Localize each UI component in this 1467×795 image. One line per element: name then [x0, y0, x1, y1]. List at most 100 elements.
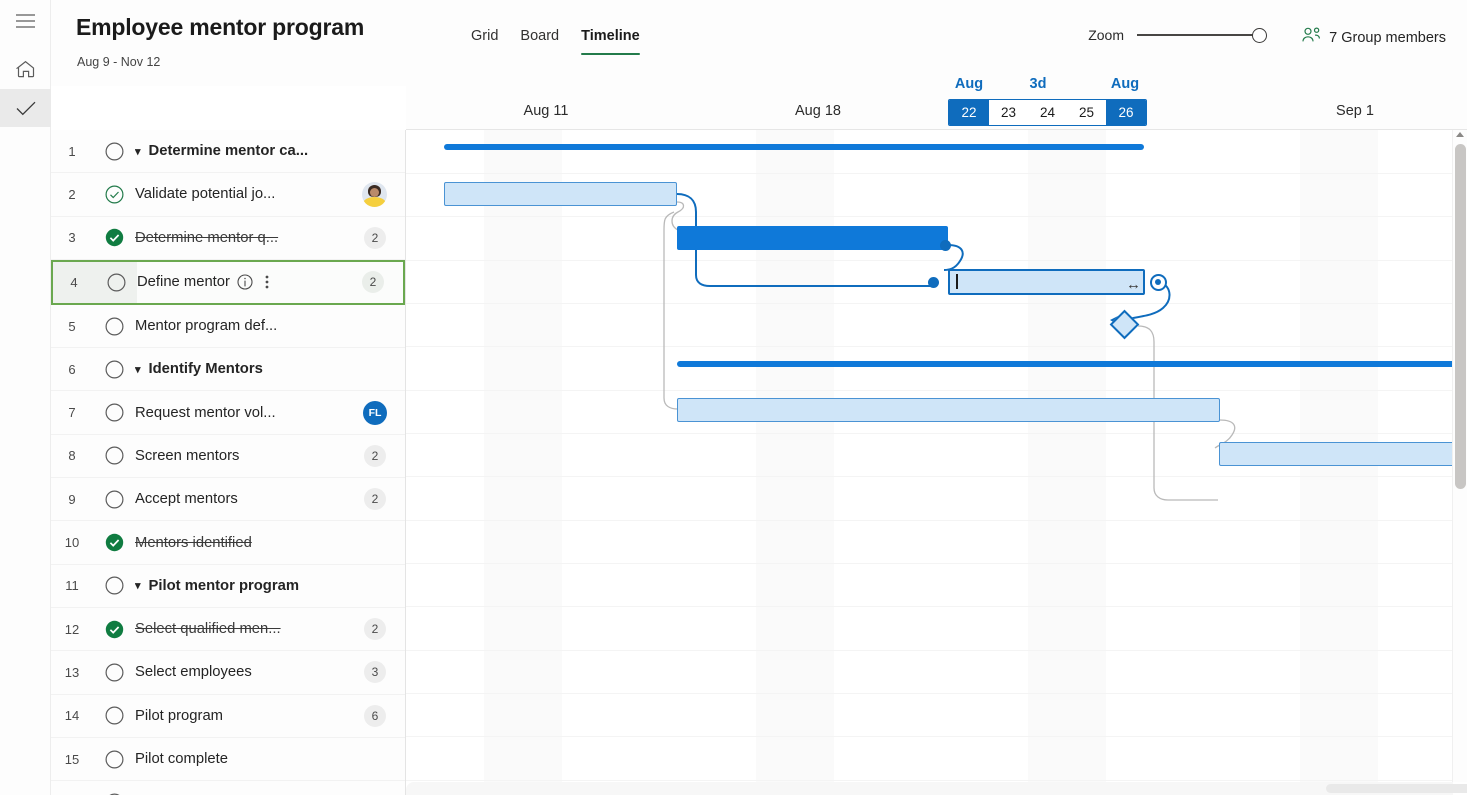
- avatar[interactable]: [362, 181, 387, 207]
- task-name: Mentor program def...: [135, 318, 405, 334]
- tasks-nav-button[interactable]: [0, 89, 51, 127]
- table-row[interactable]: 1 ▾ Determine mentor ca...: [51, 130, 405, 174]
- group-members-button[interactable]: 7 Group members: [1302, 27, 1446, 48]
- selected-day-23[interactable]: 23: [989, 100, 1028, 125]
- gantt-connector-dot-left[interactable]: [928, 277, 939, 288]
- horizontal-scrollbar-thumb[interactable]: [1326, 784, 1467, 793]
- table-row[interactable]: 2 Validate potential jo...: [51, 173, 405, 217]
- task-name-text: Determine mentor ca...: [148, 143, 309, 160]
- selected-day-25[interactable]: 25: [1067, 100, 1106, 125]
- table-row[interactable]: 11 ▾ Pilot mentor program: [51, 565, 405, 608]
- table-row[interactable]: 15 Pilot complete: [51, 738, 405, 782]
- tab-grid[interactable]: Grid: [471, 28, 498, 55]
- chevron-down-icon[interactable]: ▾: [135, 363, 141, 376]
- task-name-text: Determine mentor q...: [135, 229, 279, 246]
- zoom-slider-knob[interactable]: [1252, 28, 1267, 43]
- assignee-count-badge[interactable]: 2: [364, 444, 386, 467]
- gantt-bar-summary-1[interactable]: [444, 144, 1144, 150]
- task-name-text: Screen mentors: [135, 447, 240, 464]
- task-name-text: Select employees: [135, 664, 252, 681]
- task-status-toggle[interactable]: [93, 142, 135, 161]
- task-status-toggle[interactable]: [95, 261, 137, 303]
- assignee-initials-badge[interactable]: FL: [363, 400, 387, 425]
- task-status-toggle[interactable]: [93, 185, 135, 204]
- chevron-down-icon[interactable]: ▾: [135, 145, 141, 158]
- tab-timeline[interactable]: Timeline: [581, 28, 640, 56]
- task-name: Accept mentors: [135, 491, 364, 507]
- task-status-toggle[interactable]: [93, 317, 135, 336]
- selected-day-24[interactable]: 24: [1028, 100, 1067, 125]
- table-row[interactable]: 12 Select qualified men... 2: [51, 608, 405, 652]
- task-status-toggle[interactable]: [93, 228, 135, 247]
- vertical-scrollbar[interactable]: [1452, 130, 1467, 782]
- assignee-count-badge[interactable]: 2: [364, 618, 386, 641]
- gantt-chart[interactable]: ↔: [406, 130, 1453, 782]
- gantt-bar-task-2[interactable]: [444, 182, 677, 206]
- task-status-toggle[interactable]: [93, 403, 135, 422]
- task-name: Pilot complete: [135, 751, 405, 767]
- task-name-text: Validate potential jo...: [135, 186, 276, 203]
- vertical-scrollbar-thumb[interactable]: [1455, 144, 1466, 489]
- home-nav-button[interactable]: [0, 50, 51, 88]
- row-number: 15: [64, 751, 80, 767]
- row-number: 3: [68, 230, 76, 246]
- task-status-toggle[interactable]: [93, 360, 135, 379]
- task-name-text: Identify Mentors: [148, 361, 263, 378]
- resize-handle-icon[interactable]: ↔: [1126, 277, 1141, 292]
- table-row[interactable]: 9 Accept mentors 2: [51, 478, 405, 522]
- table-row[interactable]: 3 Determine mentor q... 2: [51, 217, 405, 260]
- table-row[interactable]: 7 Request mentor vol... FL: [51, 391, 405, 435]
- task-status-toggle[interactable]: [93, 750, 135, 769]
- table-row[interactable]: 13 Select employees 3: [51, 651, 405, 695]
- gantt-bar-task-3[interactable]: [677, 226, 948, 250]
- selection-duration: 3d: [1029, 76, 1047, 92]
- hamburger-menu-button[interactable]: [0, 0, 51, 42]
- tab-board[interactable]: Board: [520, 28, 559, 55]
- task-status-toggle[interactable]: [93, 620, 135, 639]
- assignee-count-badge[interactable]: 3: [364, 661, 386, 684]
- task-status-toggle[interactable]: [93, 533, 135, 552]
- task-status-toggle[interactable]: [93, 490, 135, 509]
- task-name-text: Mentor program def...: [135, 318, 278, 335]
- gantt-bar-task-4-selected[interactable]: [948, 269, 1145, 295]
- chevron-down-icon[interactable]: ▾: [135, 579, 141, 592]
- row-number: 11: [65, 578, 79, 594]
- table-row-selected[interactable]: 4 Define mentor 2: [51, 259, 405, 305]
- table-row[interactable]: 8 Screen mentors 2: [51, 435, 405, 479]
- selected-day-start[interactable]: 22: [949, 100, 989, 125]
- table-row[interactable]: 14 Pilot program 6: [51, 695, 405, 738]
- task-name-text: Define mentor: [137, 274, 230, 291]
- table-row[interactable]: 5 Mentor program def...: [51, 305, 405, 349]
- task-status-toggle[interactable]: [93, 706, 135, 725]
- task-status-toggle[interactable]: [93, 663, 135, 682]
- horizontal-scrollbar[interactable]: [406, 782, 1467, 795]
- task-name: Select employees: [135, 664, 364, 680]
- week-label-aug-18: Aug 18: [795, 103, 841, 119]
- table-row[interactable]: 10 Mentors identified: [51, 521, 405, 565]
- more-vertical-icon[interactable]: [265, 274, 269, 290]
- left-nav-rail: [0, 0, 51, 795]
- selected-day-end[interactable]: 26: [1106, 100, 1146, 125]
- task-status-toggle[interactable]: [93, 576, 135, 595]
- gantt-bar-task-7[interactable]: [677, 398, 1220, 422]
- task-status-toggle[interactable]: [93, 446, 135, 465]
- week-label-aug-11: Aug 11: [523, 103, 569, 119]
- gantt-connector-dot-row3[interactable]: [940, 240, 951, 251]
- gantt-connector-handle-right[interactable]: [1150, 274, 1167, 291]
- assignee-count-badge[interactable]: 2: [364, 226, 386, 249]
- gantt-bar-summary-6[interactable]: [677, 361, 1453, 367]
- row-number: 12: [64, 621, 80, 637]
- task-name: ▾ Determine mentor ca...: [135, 143, 405, 159]
- date-range-selector[interactable]: 22 23 24 25 26: [948, 99, 1147, 126]
- row-number: 8: [68, 448, 76, 464]
- zoom-slider[interactable]: [1137, 27, 1267, 43]
- assignee-count-badge[interactable]: 2: [362, 271, 384, 294]
- task-name: Mentors identified: [135, 535, 405, 551]
- info-icon[interactable]: [237, 274, 253, 290]
- assignee-count-badge[interactable]: 6: [364, 704, 386, 727]
- gantt-bar-task-8[interactable]: [1219, 442, 1453, 466]
- scroll-up-arrow-icon[interactable]: [1456, 132, 1464, 137]
- table-row-partial[interactable]: [51, 781, 405, 795]
- table-row[interactable]: 6 ▾ Identify Mentors: [51, 348, 405, 392]
- assignee-count-badge[interactable]: 2: [364, 488, 386, 511]
